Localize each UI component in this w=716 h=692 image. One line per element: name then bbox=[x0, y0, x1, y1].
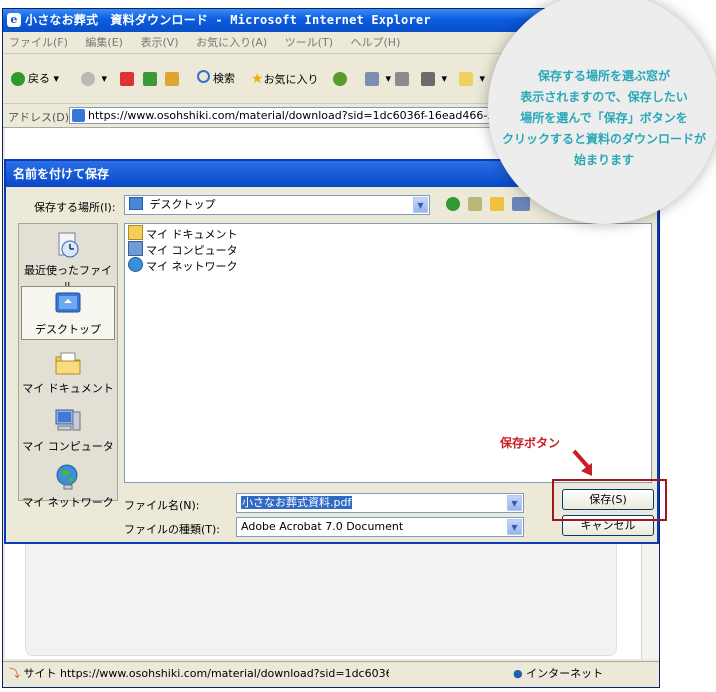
refresh-icon[interactable] bbox=[143, 69, 160, 89]
place-my-network[interactable]: マイ ネットワーク bbox=[21, 460, 115, 514]
ie-icon: e bbox=[7, 13, 21, 27]
filename-input[interactable]: 小さなお葬式資料.pdf ▼ bbox=[236, 493, 524, 513]
search-button[interactable]: 検索 bbox=[197, 69, 235, 89]
edit-icon[interactable]: ▾ bbox=[421, 69, 447, 89]
page-icon bbox=[72, 109, 85, 122]
place-label: マイ ドキュメント bbox=[22, 382, 114, 395]
status-zone: ● インターネット bbox=[513, 667, 604, 680]
up-folder-icon[interactable] bbox=[468, 197, 482, 211]
place-label: マイ コンピュータ bbox=[22, 440, 114, 453]
my-computer-icon bbox=[55, 409, 81, 431]
status-url: ⤵ サイト https://www.osohshiki.com/material… bbox=[9, 667, 389, 680]
back-arrow-icon bbox=[11, 72, 25, 86]
chevron-down-icon[interactable]: ▼ bbox=[507, 519, 522, 535]
menu-help[interactable]: ヘルプ(H) bbox=[351, 36, 401, 49]
place-recent[interactable]: 最近使ったファイル bbox=[21, 228, 115, 293]
menu-tools[interactable]: ツール(T) bbox=[285, 36, 333, 49]
page-panel bbox=[25, 533, 617, 656]
globe-icon: ● bbox=[513, 667, 523, 680]
computer-icon bbox=[128, 241, 143, 256]
browser-title: 小さなお葬式 資料ダウンロード - Microsoft Internet Exp… bbox=[25, 13, 431, 27]
filetype-label: ファイルの種類(T): bbox=[124, 523, 221, 536]
menu-favorites[interactable]: お気に入り(A) bbox=[196, 36, 267, 49]
place-desktop[interactable]: デスクトップ bbox=[21, 286, 115, 340]
folder-icon bbox=[128, 225, 143, 240]
history-icon[interactable] bbox=[333, 69, 350, 89]
star-icon: ★ bbox=[251, 71, 264, 87]
mail-icon[interactable]: ▾ bbox=[365, 69, 391, 89]
favorites-button[interactable]: ★お気に入り bbox=[251, 69, 319, 89]
menu-file[interactable]: ファイル(F) bbox=[9, 36, 68, 49]
save-in-label: 保存する場所(I): bbox=[34, 201, 116, 214]
discuss-icon[interactable]: ▾ bbox=[459, 69, 485, 89]
forward-arrow-icon bbox=[81, 72, 95, 86]
place-label: デスクトップ bbox=[35, 323, 101, 336]
list-item[interactable]: マイ ドキュメント bbox=[128, 225, 238, 241]
address-label: アドレス(D) bbox=[8, 111, 70, 124]
network-icon bbox=[128, 257, 143, 272]
my-network-icon bbox=[56, 464, 78, 490]
place-my-computer[interactable]: マイ コンピュータ bbox=[21, 404, 115, 458]
my-documents-icon bbox=[55, 352, 81, 375]
places-bar: 最近使ったファイル デスクトップ マイ ドキュメント bbox=[18, 223, 118, 509]
home-icon[interactable] bbox=[165, 69, 182, 89]
new-folder-icon[interactable] bbox=[490, 197, 504, 211]
chevron-down-icon[interactable]: ▼ bbox=[507, 495, 522, 511]
status-page-icon: ⤵ bbox=[9, 667, 20, 680]
search-icon bbox=[197, 70, 210, 83]
callout-text: 保存する場所を選ぶ窓が 表示されますので、保存したい 場所を選んで「保存」ボタン… bbox=[501, 69, 706, 167]
menu-edit[interactable]: 編集(E) bbox=[85, 36, 123, 49]
desktop-icon bbox=[55, 292, 81, 313]
save-in-select[interactable]: デスクトップ ▼ bbox=[124, 195, 430, 215]
desktop-small-icon bbox=[129, 197, 143, 210]
recent-icon bbox=[58, 232, 79, 258]
filetype-select[interactable]: Adobe Acrobat 7.0 Document ▼ bbox=[236, 517, 524, 537]
chevron-down-icon[interactable]: ▼ bbox=[413, 197, 428, 213]
save-button-highlight bbox=[552, 479, 667, 521]
list-item[interactable]: マイ ネットワーク bbox=[128, 257, 238, 273]
print-icon[interactable] bbox=[395, 69, 412, 89]
place-label: マイ ネットワーク bbox=[22, 496, 114, 509]
forward-button[interactable]: ▾ bbox=[81, 69, 107, 89]
back-icon[interactable] bbox=[446, 197, 460, 211]
save-button-callout: 保存ボタン bbox=[500, 436, 561, 450]
stop-icon[interactable] bbox=[120, 69, 137, 89]
place-my-documents[interactable]: マイ ドキュメント bbox=[21, 346, 115, 400]
list-item[interactable]: マイ コンピュータ bbox=[128, 241, 238, 257]
arrow-down-icon bbox=[572, 449, 592, 476]
view-menu-icon[interactable] bbox=[512, 197, 530, 211]
filename-label: ファイル名(N): bbox=[124, 499, 200, 512]
file-list[interactable]: マイ ドキュメント マイ コンピュータ マイ ネットワーク bbox=[124, 223, 652, 483]
menu-view[interactable]: 表示(V) bbox=[140, 36, 178, 49]
back-button[interactable]: 戻る ▾ bbox=[11, 69, 59, 89]
status-bar: ⤵ サイト https://www.osohshiki.com/material… bbox=[3, 661, 659, 687]
